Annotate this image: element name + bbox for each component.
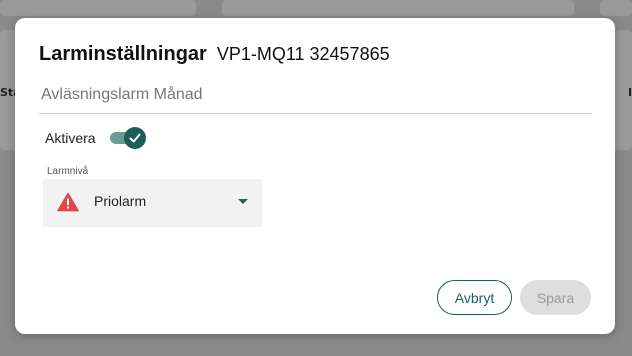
section-heading: Avläsningslarm Månad: [41, 86, 203, 103]
warning-triangle-icon: [57, 192, 79, 212]
device-id: VP1-MQ11 32457865: [216, 44, 390, 64]
activate-label: Aktivera: [45, 130, 96, 146]
alarm-level-label: Larmnivå: [47, 166, 89, 177]
alarm-level-select[interactable]: Priolarm: [43, 179, 262, 227]
activate-toggle[interactable]: [109, 127, 146, 149]
chevron-down-icon: [238, 199, 248, 204]
background-card: [222, 0, 574, 16]
dialog-title: Larminställningar: [39, 43, 207, 65]
checkmark-icon: [129, 133, 141, 143]
divider: [39, 113, 592, 114]
background-card: [0, 0, 196, 16]
alarm-settings-dialog: Larminställningar VP1-MQ11 32457865 Avlä…: [15, 18, 615, 334]
activate-row: Aktivera: [45, 127, 146, 149]
alarm-level-value: Priolarm: [94, 193, 147, 209]
save-button[interactable]: Spara: [520, 280, 591, 315]
background-text: I: [628, 86, 632, 99]
dialog-header: Larminställningar VP1-MQ11 32457865: [39, 43, 390, 66]
toggle-knob: [123, 127, 146, 149]
cancel-button[interactable]: Avbryt: [437, 280, 512, 315]
background-card: [600, 0, 632, 16]
